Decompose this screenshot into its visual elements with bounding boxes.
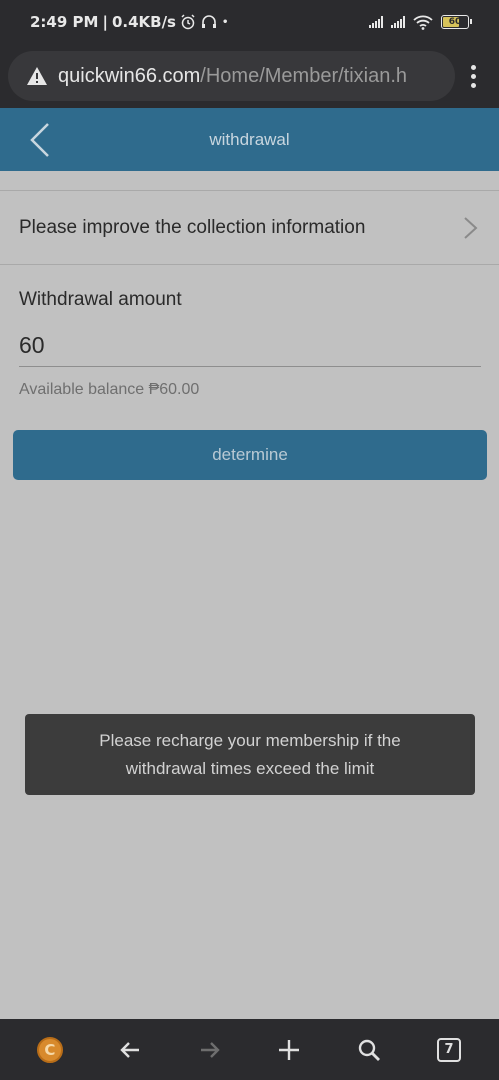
- page-header: withdrawal: [0, 108, 499, 171]
- status-dot: •: [221, 16, 229, 28]
- warning-icon[interactable]: [26, 66, 48, 86]
- status-net-speed: 0.4KB/s: [111, 13, 176, 31]
- status-separator: |: [102, 13, 108, 31]
- coin-button[interactable]: C: [28, 1028, 72, 1072]
- status-bar: 2:49 PM | 0.4KB/s • 60: [0, 0, 499, 44]
- plus-icon: [279, 1039, 300, 1060]
- determine-button[interactable]: determine: [13, 430, 487, 480]
- coin-icon: C: [36, 1036, 63, 1063]
- url-host: quickwin66.com: [58, 64, 201, 87]
- status-left: 2:49 PM | 0.4KB/s •: [30, 13, 228, 31]
- search-icon: [359, 1039, 381, 1061]
- withdrawal-amount-label: Withdrawal amount: [19, 289, 182, 310]
- browser-toolbar: quickwin66.com/Home/Member/tixian.h: [0, 44, 499, 108]
- url-text[interactable]: quickwin66.com/Home/Member/tixian.h: [58, 65, 407, 88]
- more-menu-icon[interactable]: [455, 64, 491, 88]
- battery-level: 60: [448, 17, 462, 27]
- signal-icon-2: [391, 16, 405, 28]
- tabs-count-icon: 7: [437, 1037, 462, 1062]
- signal-icon: [369, 16, 383, 28]
- arrow-left-icon: [120, 1041, 139, 1058]
- arrow-right-icon: [200, 1041, 220, 1058]
- toast-message: Please recharge your membership if the w…: [25, 714, 475, 795]
- page-title: withdrawal: [209, 129, 290, 149]
- toast-line-1: Please recharge your membership if the: [99, 730, 401, 750]
- url-path: /Home/Member/tixian.h: [200, 64, 408, 87]
- search-button[interactable]: [347, 1028, 391, 1072]
- wifi-icon: [413, 15, 433, 30]
- status-right: 60: [369, 15, 472, 30]
- alarm-icon: [181, 14, 195, 30]
- back-arrow-icon[interactable]: [22, 122, 58, 158]
- browser-bottom-bar: C 7: [0, 1019, 499, 1080]
- status-time: 2:49 PM: [30, 13, 99, 31]
- withdrawal-amount-input[interactable]: [19, 325, 481, 367]
- new-tab-button[interactable]: [267, 1028, 311, 1072]
- collection-info-row[interactable]: Please improve the collection informatio…: [0, 190, 499, 265]
- collection-info-label: Please improve the collection informatio…: [19, 216, 366, 238]
- toast-line-2: withdrawal times exceed the limit: [125, 758, 375, 778]
- battery-icon: 60: [441, 15, 472, 29]
- headset-icon: [201, 15, 216, 28]
- forward-nav-button[interactable]: [188, 1028, 232, 1072]
- chevron-right-icon: [464, 216, 478, 239]
- tabs-button[interactable]: 7: [427, 1028, 471, 1072]
- address-bar[interactable]: quickwin66.com/Home/Member/tixian.h: [8, 51, 455, 101]
- available-balance: Available balance ₱60.00: [19, 381, 200, 398]
- back-nav-button[interactable]: [108, 1028, 152, 1072]
